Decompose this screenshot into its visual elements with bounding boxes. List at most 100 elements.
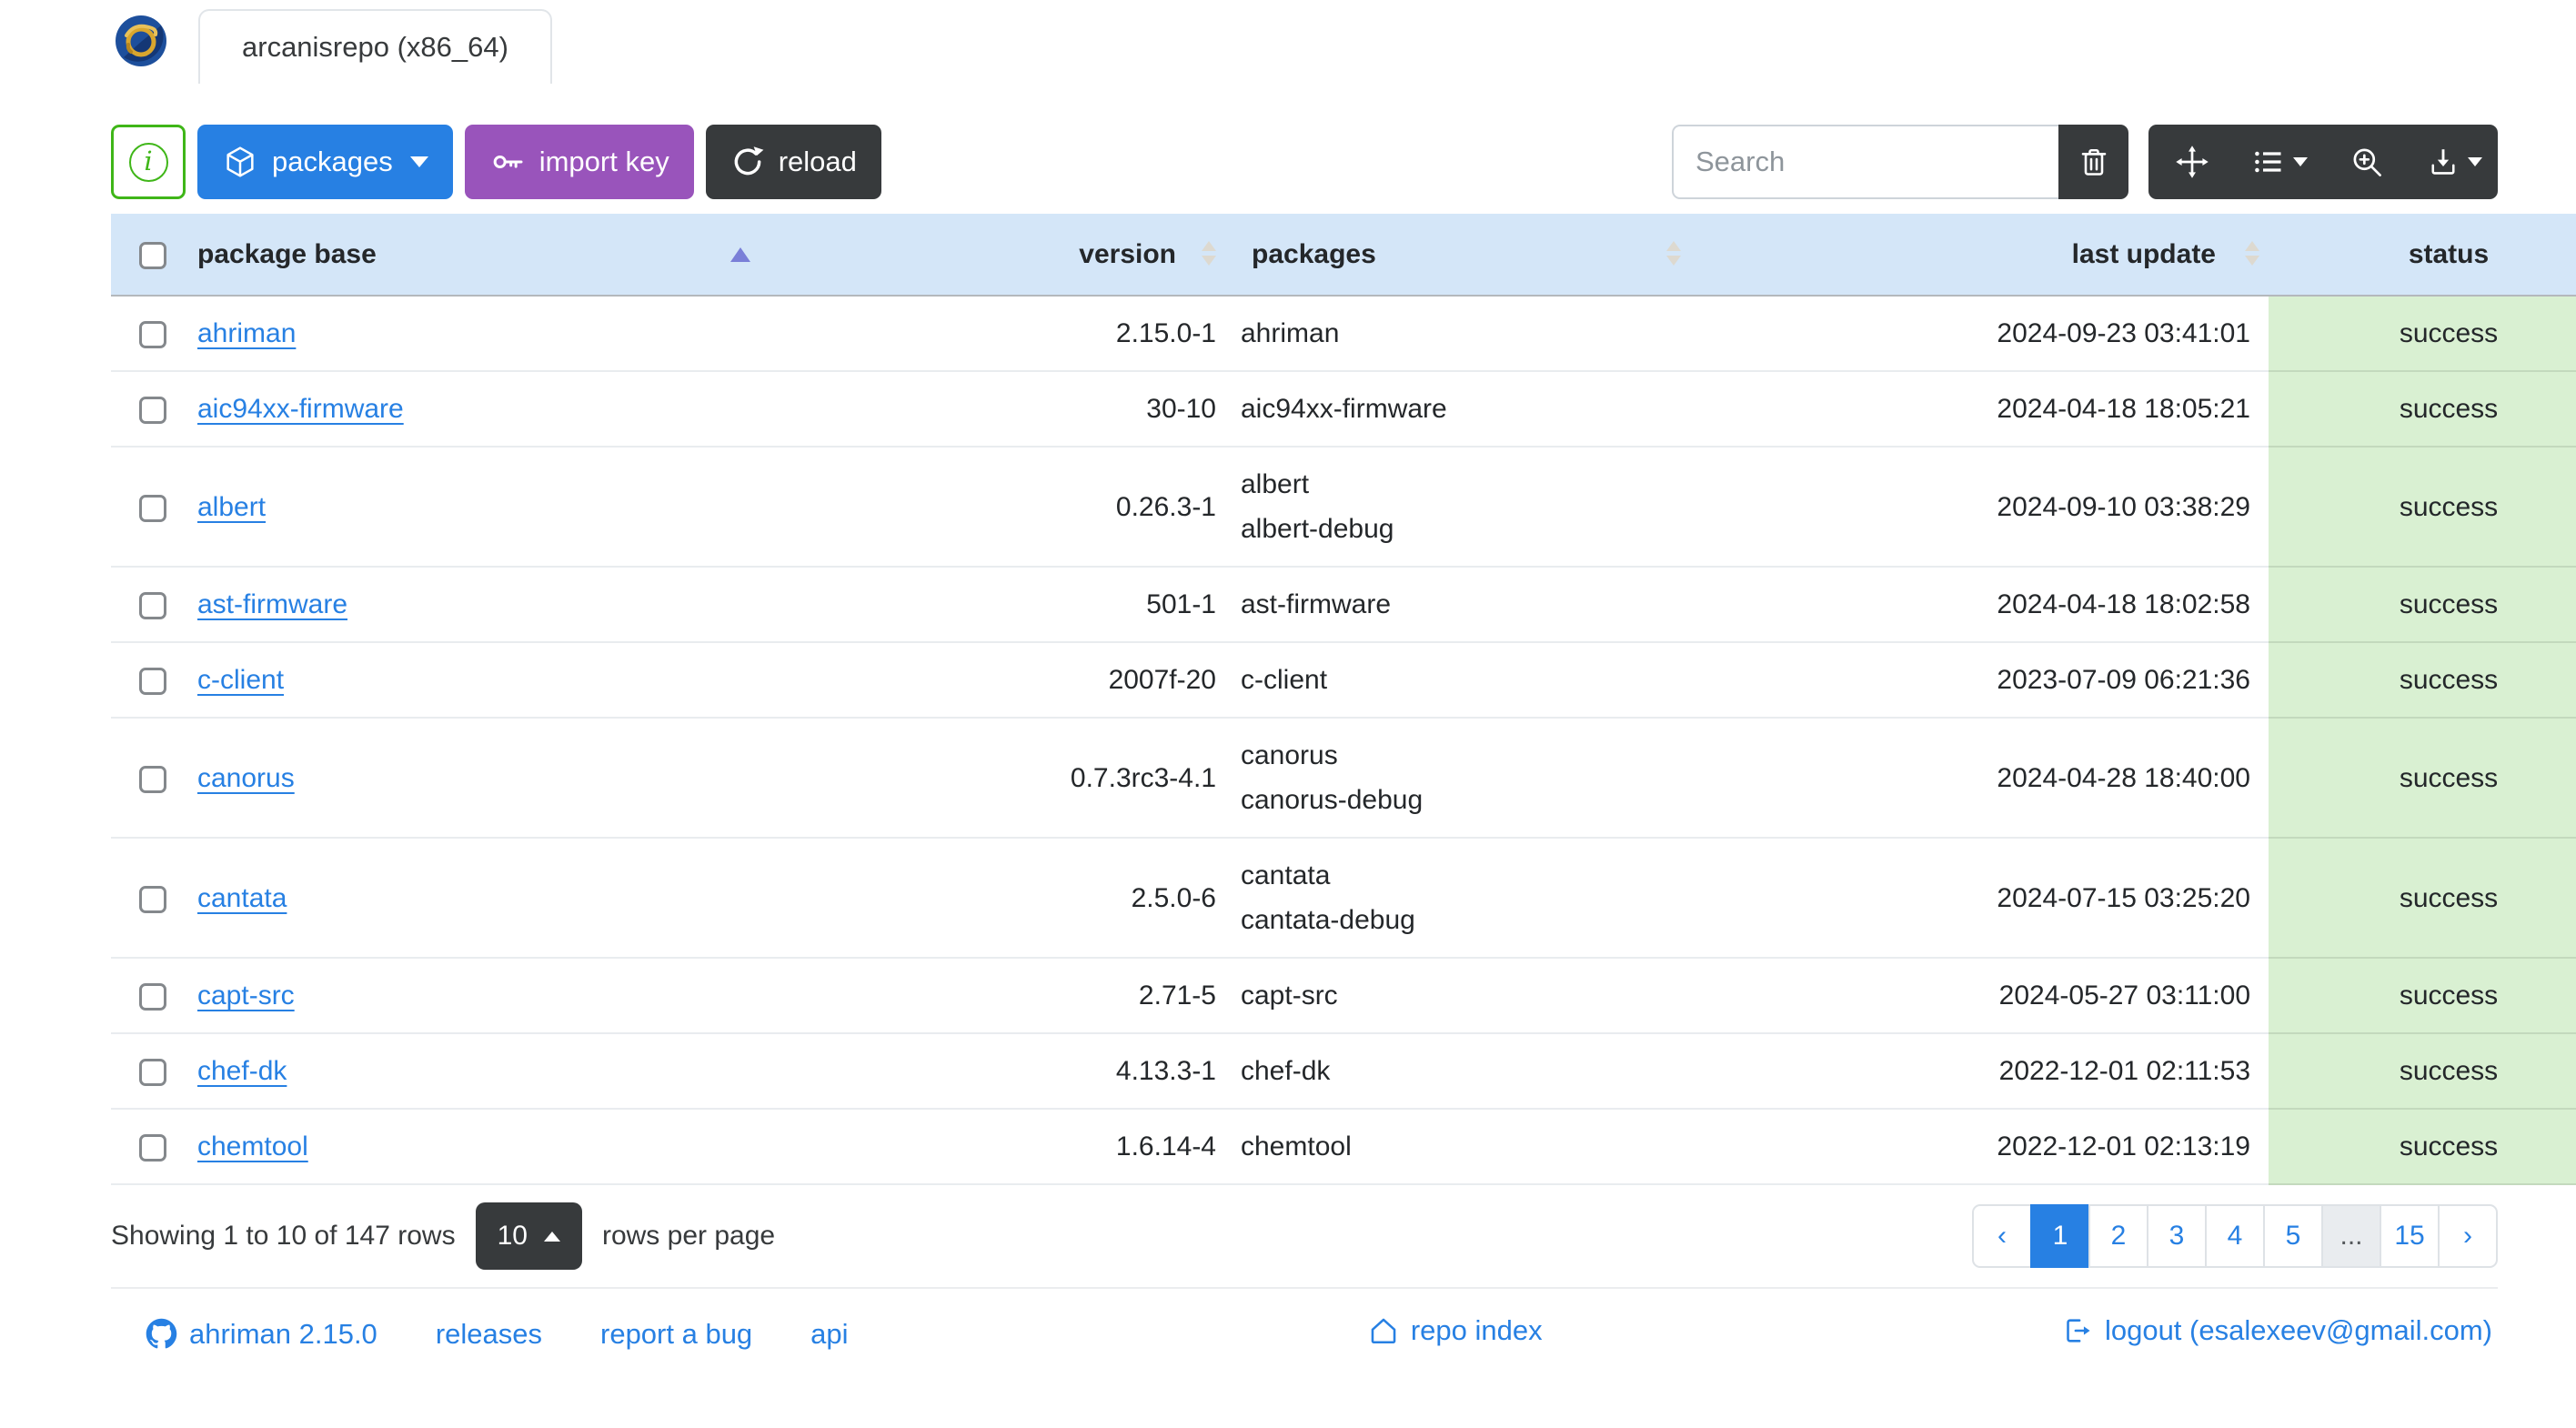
last-update-cell: 2024-09-23 03:41:01 [1706, 295, 2269, 371]
zoom-in-icon [2350, 145, 2384, 179]
package-base-link[interactable]: chef-dk [197, 1056, 287, 1086]
package-base-link[interactable]: aic94xx-firmware [197, 394, 404, 424]
table-row: canorus 0.7.3rc3-4.1 canorus canorus-deb… [111, 717, 2576, 838]
packages-cell: chemtool [1229, 1108, 1706, 1185]
api-link[interactable]: api [810, 1318, 848, 1351]
github-icon [146, 1318, 177, 1350]
row-checkbox[interactable] [139, 983, 166, 1011]
package-base-link[interactable]: albert [197, 492, 266, 522]
last-update-cell: 2023-07-09 06:21:36 [1706, 641, 2269, 718]
pagination-page-3[interactable]: 3 [2147, 1204, 2207, 1268]
logout-link[interactable]: logout (esalexeev@gmail.com) [2062, 1314, 2492, 1347]
table-row: ahriman 2.15.0-1 ahriman 2024-09-23 03:4… [111, 295, 2576, 371]
table-row: chemtool 1.6.14-4 chemtool 2022-12-01 02… [111, 1108, 2576, 1185]
row-checkbox[interactable] [139, 885, 166, 913]
pagination-page-2[interactable]: 2 [2088, 1204, 2148, 1268]
version-cell: 30-10 [758, 370, 1229, 447]
repo-index-link[interactable]: repo index [1368, 1314, 1543, 1347]
status-badge: success [2269, 566, 2576, 642]
version-cell: 0.26.3-1 [758, 446, 1229, 567]
pagination-prev[interactable]: ‹ [1972, 1204, 2032, 1268]
column-header-status[interactable]: status [2269, 214, 2576, 297]
package-base-link[interactable]: chemtool [197, 1131, 308, 1162]
list-columns-icon [2252, 146, 2285, 178]
row-checkbox[interactable] [139, 494, 166, 522]
package-base-link[interactable]: ast-firmware [197, 589, 347, 619]
version-cell: 1.6.14-4 [758, 1108, 1229, 1185]
search-input[interactable] [1672, 125, 2058, 199]
report-bug-link[interactable]: report a bug [600, 1318, 752, 1351]
table-header-row: package base version packages last updat… [111, 214, 2576, 297]
columns-dropdown-button[interactable] [2236, 125, 2323, 199]
packages-table: package base version packages last updat… [111, 214, 2576, 1185]
page-size-dropdown[interactable]: 10 [475, 1202, 582, 1270]
column-header-last-update[interactable]: last update [1706, 214, 2269, 297]
packages-cell: albert albert-debug [1229, 446, 1706, 567]
package-base-link[interactable]: canorus [197, 763, 295, 793]
info-button[interactable]: i [111, 125, 186, 199]
version-cell: 501-1 [758, 566, 1229, 642]
status-badge: success [2269, 1032, 2576, 1109]
status-badge: success [2269, 295, 2576, 371]
row-checkbox[interactable] [139, 321, 166, 349]
export-dropdown-button[interactable] [2410, 125, 2498, 199]
reload-icon [730, 145, 765, 179]
package-base-link[interactable]: c-client [197, 665, 284, 695]
tab-repository[interactable]: arcanisrepo (x86_64) [198, 9, 552, 84]
last-update-cell: 2024-05-27 03:11:00 [1706, 957, 2269, 1033]
package-name: aic94xx-firmware [1241, 394, 1447, 424]
trash-icon [2078, 146, 2110, 178]
row-checkbox[interactable] [139, 765, 166, 793]
cube-icon [222, 144, 258, 180]
select-all-checkbox[interactable] [139, 241, 166, 269]
row-checkbox[interactable] [139, 668, 166, 696]
status-badge: success [2269, 1108, 2576, 1185]
packages-cell: aic94xx-firmware [1229, 370, 1706, 447]
pagination-page-15[interactable]: 15 [2380, 1204, 2440, 1268]
column-header-package-base[interactable]: package base [195, 214, 758, 297]
table-row: capt-src 2.71-5 capt-src 2024-05-27 03:1… [111, 957, 2576, 1033]
package-base-link[interactable]: capt-src [197, 980, 295, 1011]
import-key-button[interactable]: import key [464, 125, 694, 199]
toolbar: i packages import key reload Search [111, 125, 2498, 199]
table-row: aic94xx-firmware 30-10 aic94xx-firmware … [111, 370, 2576, 447]
last-update-cell: 2024-04-18 18:02:58 [1706, 566, 2269, 642]
packages-cell: cantata cantata-debug [1229, 837, 1706, 958]
search-group [1672, 125, 2128, 199]
row-checkbox[interactable] [139, 1134, 166, 1162]
rows-per-page-label: rows per page [601, 1221, 776, 1251]
package-name: ast-firmware [1241, 589, 1392, 619]
row-checkbox[interactable] [139, 592, 166, 620]
column-header-packages[interactable]: packages [1229, 214, 1706, 297]
version-cell: 0.7.3rc3-4.1 [758, 717, 1229, 838]
top-tab-bar: arcanisrepo (x86_64) [111, 0, 2498, 85]
table-row: c-client 2007f-20 c-client 2023-07-09 06… [111, 641, 2576, 718]
packages-dropdown-button[interactable]: packages [197, 125, 453, 199]
column-header-version[interactable]: version [758, 214, 1229, 297]
column-label: status [2408, 238, 2490, 269]
clear-search-button[interactable] [2058, 125, 2128, 199]
pagination-page-4[interactable]: 4 [2205, 1204, 2265, 1268]
row-checkbox[interactable] [139, 1059, 166, 1087]
reload-button[interactable]: reload [705, 125, 881, 199]
github-version-link[interactable]: ahriman 2.15.0 [146, 1318, 377, 1351]
row-checkbox[interactable] [139, 397, 166, 425]
package-base-link[interactable]: cantata [197, 883, 287, 913]
fullscreen-zoom-button[interactable] [2323, 125, 2410, 199]
version-cell: 2.5.0-6 [758, 837, 1229, 958]
package-base-link[interactable]: ahriman [197, 318, 296, 348]
key-icon [489, 144, 526, 180]
footer: ahriman 2.15.0 releases report a bug api… [111, 1289, 2498, 1353]
status-badge: success [2269, 446, 2576, 567]
table-row: chef-dk 4.13.3-1 chef-dk 2022-12-01 02:1… [111, 1032, 2576, 1109]
releases-link[interactable]: releases [436, 1318, 542, 1351]
chevron-down-icon [2467, 157, 2482, 166]
move-columns-button[interactable] [2148, 125, 2236, 199]
pagination: ‹ 1 2 3 4 5 ... 15 › [1972, 1204, 2498, 1268]
packages-cell: canorus canorus-debug [1229, 717, 1706, 838]
pagination-next[interactable]: › [2438, 1204, 2498, 1268]
chevron-up-icon [543, 1231, 560, 1242]
package-name: cantata-debug [1241, 905, 1415, 935]
pagination-page-1[interactable]: 1 [2030, 1204, 2090, 1268]
pagination-page-5[interactable]: 5 [2263, 1204, 2323, 1268]
